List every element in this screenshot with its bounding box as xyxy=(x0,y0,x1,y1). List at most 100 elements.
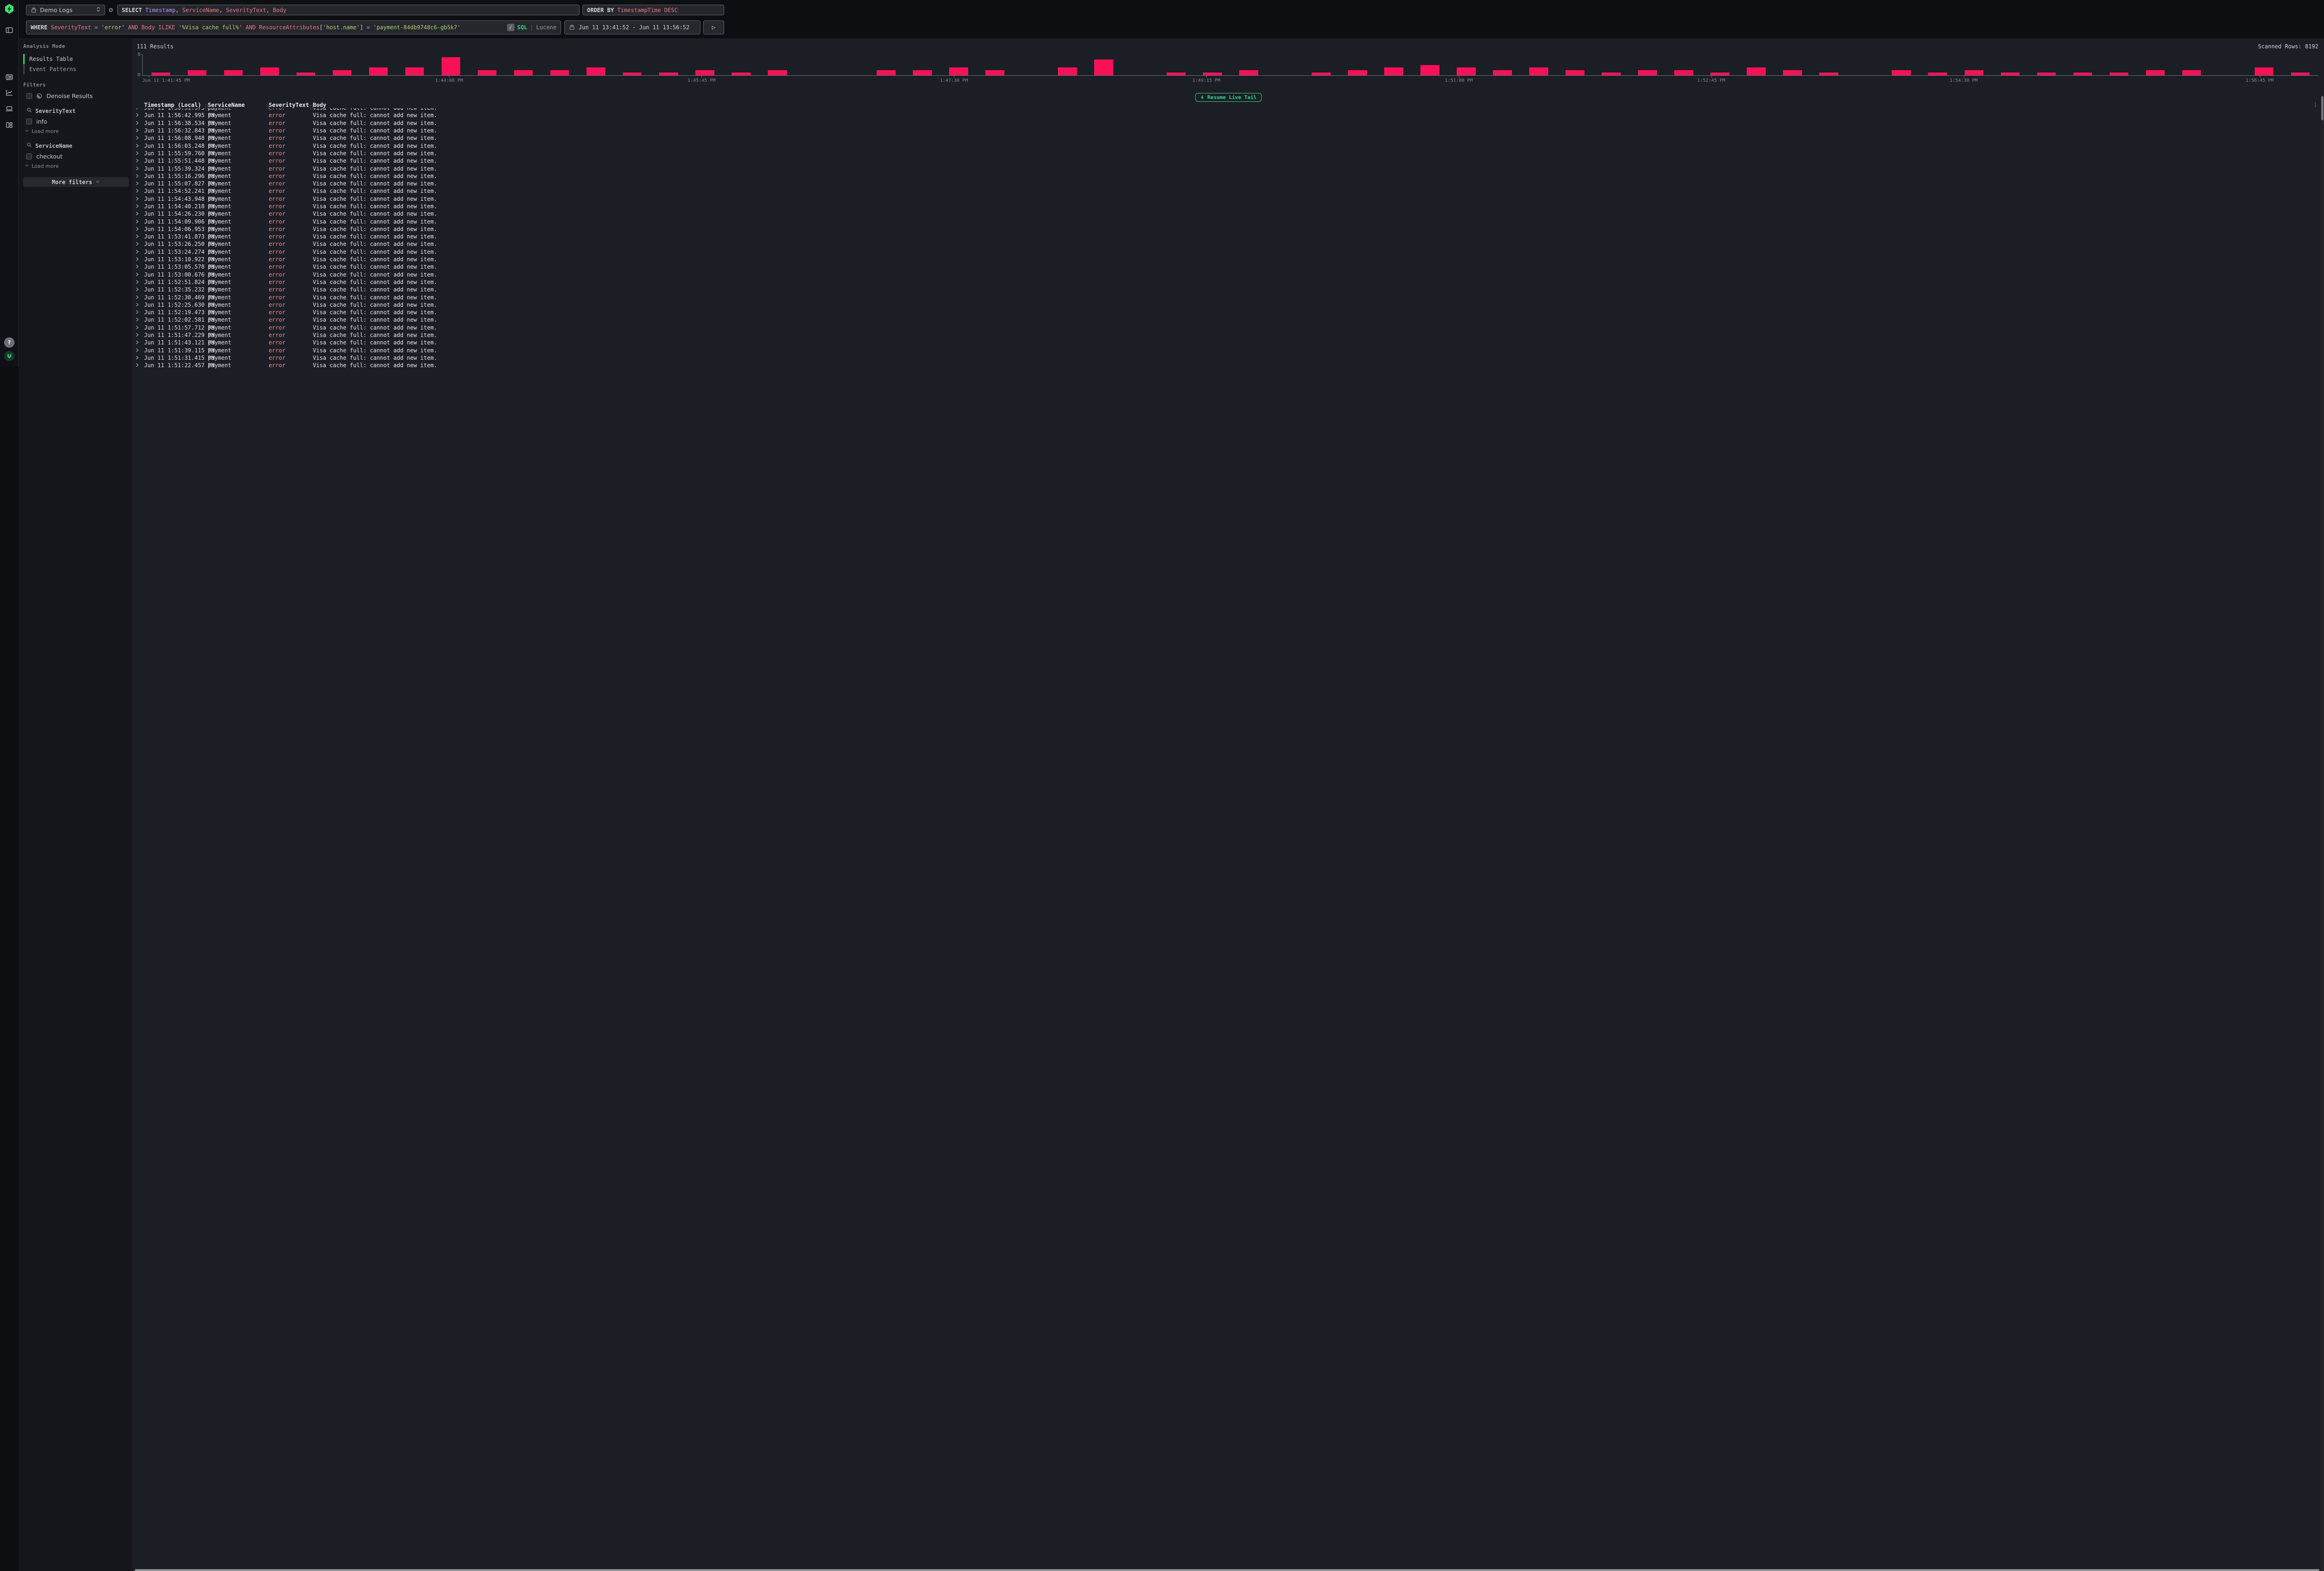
table-row[interactable]: Jun 11 1:54:43.948 PM payment error Visa… xyxy=(133,195,2321,203)
table-row[interactable]: Jun 11 1:56:42.995 PM payment error Visa… xyxy=(133,112,2321,119)
expand-row-chevron-icon[interactable] xyxy=(136,256,144,263)
expand-row-chevron-icon[interactable] xyxy=(136,112,144,119)
expand-row-chevron-icon[interactable] xyxy=(136,279,144,285)
expand-row-chevron-icon[interactable] xyxy=(136,324,144,331)
language-lucene-option[interactable]: Lucene xyxy=(536,24,556,31)
histogram-bar[interactable] xyxy=(2182,70,2201,75)
histogram-bar[interactable] xyxy=(768,70,787,75)
table-row[interactable]: Jun 11 1:52:19.473 PM payment error Visa… xyxy=(133,309,2321,316)
search-logs-icon[interactable] xyxy=(5,73,13,81)
table-row[interactable]: Jun 11 1:51:22.457 PM payment error Visa… xyxy=(133,362,2321,369)
histogram-bar[interactable] xyxy=(442,57,461,75)
source-select[interactable]: Demo Logs xyxy=(26,5,105,15)
table-row[interactable]: Jun 11 1:56:38.534 PM payment error Visa… xyxy=(133,119,2321,127)
histogram-bar[interactable] xyxy=(1965,70,1984,75)
table-row[interactable]: Jun 11 1:51:39.115 PM payment error Visa… xyxy=(133,347,2321,354)
histogram-bar[interactable] xyxy=(333,70,352,75)
expand-row-chevron-icon[interactable] xyxy=(136,108,144,111)
expand-row-chevron-icon[interactable] xyxy=(136,226,144,232)
dashboards-icon[interactable] xyxy=(5,121,13,129)
table-row[interactable]: Jun 11 1:54:09.906 PM payment error Visa… xyxy=(133,218,2321,225)
expand-row-chevron-icon[interactable] xyxy=(136,180,144,187)
sessions-icon[interactable] xyxy=(5,105,13,113)
table-row[interactable]: Jun 11 1:51:57.712 PM payment error Visa… xyxy=(133,324,2321,331)
expand-row-chevron-icon[interactable] xyxy=(136,143,144,149)
histogram-bar[interactable] xyxy=(587,67,606,75)
histogram-bar[interactable] xyxy=(913,70,932,75)
histogram-bar[interactable] xyxy=(877,70,896,75)
expand-row-chevron-icon[interactable] xyxy=(136,309,144,316)
histogram-bar[interactable] xyxy=(224,70,243,75)
facet-value-info[interactable]: info xyxy=(26,118,128,125)
time-range-picker[interactable]: Jun 11 13:41:52 - Jun 11 13:56:52 xyxy=(564,20,700,34)
table-row[interactable]: Jun 11 1:54:26.230 PM payment error Visa… xyxy=(133,210,2321,218)
servicename-load-more[interactable]: Load more xyxy=(25,163,128,169)
search-icon[interactable] xyxy=(26,142,32,149)
table-row[interactable]: Jun 11 1:52:35.232 PM payment error Visa… xyxy=(133,286,2321,293)
col-header-severitytext[interactable]: SeverityText xyxy=(269,102,309,108)
vertical-scrollbar-thumb[interactable] xyxy=(2321,96,2324,120)
expand-row-chevron-icon[interactable] xyxy=(136,233,144,240)
select-columns-input[interactable]: SELECT Timestamp, ServiceName, SeverityT… xyxy=(117,5,580,15)
histogram-bar[interactable] xyxy=(1892,70,1911,75)
search-icon[interactable] xyxy=(26,107,32,114)
avatar[interactable]: U xyxy=(4,351,14,361)
expand-row-chevron-icon[interactable] xyxy=(136,218,144,225)
histogram-bar[interactable] xyxy=(405,67,424,75)
histogram-bar[interactable] xyxy=(949,67,968,75)
horizontal-scrollbar[interactable] xyxy=(135,1569,2319,1571)
table-row[interactable]: Jun 11 1:53:24.274 PM payment error Visa… xyxy=(133,248,2321,256)
checkout-checkbox[interactable] xyxy=(26,153,32,159)
col-header-servicename[interactable]: ServiceName xyxy=(208,102,265,108)
table-rows-viewport[interactable]: Jun 11 1:56:51.975 PM payment error Visa… xyxy=(133,108,2321,1569)
table-row[interactable]: Jun 11 1:54:52.241 PM payment error Visa… xyxy=(133,187,2321,195)
expand-row-chevron-icon[interactable] xyxy=(136,355,144,361)
histogram-bar[interactable] xyxy=(1747,67,1766,75)
table-row[interactable]: Jun 11 1:55:59.760 PM payment error Visa… xyxy=(133,150,2321,157)
table-row[interactable]: Jun 11 1:51:31.415 PM payment error Visa… xyxy=(133,354,2321,362)
expand-row-chevron-icon[interactable] xyxy=(136,347,144,354)
expand-row-chevron-icon[interactable] xyxy=(136,241,144,247)
where-filter-input[interactable]: WHERE SeverityText = 'error' AND Body IL… xyxy=(26,20,561,34)
column-resize-handle-icon[interactable] xyxy=(205,105,206,106)
denoise-checkbox[interactable] xyxy=(26,93,32,99)
expand-row-chevron-icon[interactable] xyxy=(136,339,144,346)
hyperdx-logo-icon[interactable] xyxy=(4,4,14,14)
histogram-bar[interactable] xyxy=(1348,70,1367,75)
histogram-bar[interactable] xyxy=(1565,70,1585,75)
severitytext-load-more[interactable]: Load more xyxy=(25,128,128,134)
expand-row-chevron-icon[interactable] xyxy=(136,196,144,202)
panel-toggle-icon[interactable] xyxy=(5,26,13,34)
vertical-scrollbar[interactable] xyxy=(2321,95,2324,1571)
expand-row-chevron-icon[interactable] xyxy=(136,302,144,308)
histogram-bar[interactable] xyxy=(478,70,497,75)
order-by-input[interactable]: ORDER BY TimestampTime DESC xyxy=(582,5,724,15)
table-row[interactable]: Jun 11 1:55:39.324 PM payment error Visa… xyxy=(133,165,2321,172)
table-row[interactable]: Jun 11 1:53:05.578 PM payment error Visa… xyxy=(133,263,2321,271)
col-header-timestamp[interactable]: Timestamp (Local) xyxy=(144,102,204,108)
column-resize-handle-icon[interactable] xyxy=(310,105,311,106)
help-button[interactable]: ? xyxy=(4,337,14,348)
resume-live-tail-button[interactable]: Resume Live Tail xyxy=(1195,93,1262,102)
expand-row-chevron-icon[interactable] xyxy=(136,286,144,293)
histogram-bar[interactable] xyxy=(260,67,279,75)
table-row[interactable]: Jun 11 1:54:40.218 PM payment error Visa… xyxy=(133,203,2321,210)
run-query-button[interactable]: ▷ xyxy=(703,20,724,34)
histogram-bar[interactable] xyxy=(1674,70,1693,75)
info-checkbox[interactable] xyxy=(26,119,32,125)
histogram-bar[interactable] xyxy=(1239,70,1258,75)
table-row[interactable]: Jun 11 1:53:26.250 PM payment error Visa… xyxy=(133,240,2321,248)
histogram-bar[interactable] xyxy=(369,67,388,75)
table-row[interactable]: Jun 11 1:51:43.121 PM payment error Visa… xyxy=(133,339,2321,346)
histogram-bar[interactable] xyxy=(514,70,533,75)
results-histogram[interactable]: 8 0 Jun 11 1:41:45 PM1:44:00 PM1:45:45 P… xyxy=(142,54,2318,76)
table-row[interactable]: Jun 11 1:53:00.676 PM payment error Visa… xyxy=(133,271,2321,278)
histogram-bar[interactable] xyxy=(2255,67,2274,75)
expand-row-chevron-icon[interactable] xyxy=(136,203,144,210)
expand-row-chevron-icon[interactable] xyxy=(136,317,144,323)
histogram-bar[interactable] xyxy=(1384,67,1403,75)
expand-row-chevron-icon[interactable] xyxy=(136,135,144,141)
source-settings-gear-icon[interactable]: ⚙ xyxy=(109,6,113,14)
mode-results-table[interactable]: Results Table xyxy=(23,54,128,64)
expand-row-chevron-icon[interactable] xyxy=(136,362,144,369)
